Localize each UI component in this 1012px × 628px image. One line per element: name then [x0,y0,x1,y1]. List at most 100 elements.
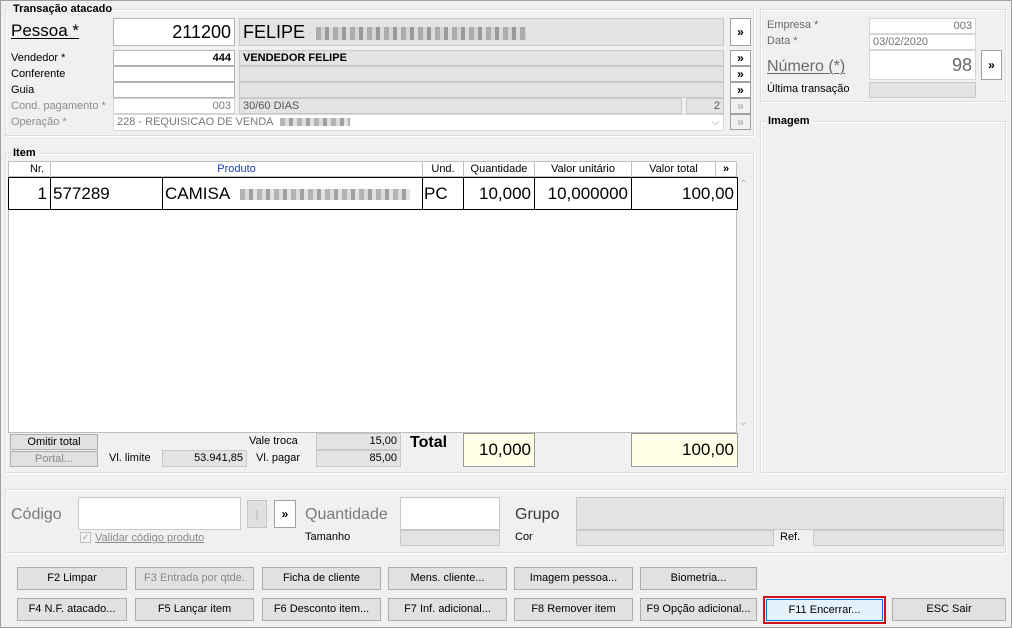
imagem-group-title: Imagem [766,115,812,128]
f11-encerrar-button[interactable]: F11 Encerrar... [766,599,883,621]
vl-pagar-field: 85,00 [316,450,401,467]
redacted-surname [316,26,527,40]
quantidade-input[interactable] [400,497,500,530]
data-label: Data * [767,35,798,47]
pessoa-code-input[interactable]: 211200 [113,18,235,46]
vl-limite-label: Vl. limite [109,452,151,464]
cond-pagamento-label: Cond. pagamento * [11,100,106,112]
col-header-valor-unitario[interactable]: Valor unitário [534,161,632,177]
item-group-title: Item [11,147,38,160]
row1-nr[interactable]: 1 [8,177,51,210]
quantidade-label: Quantidade [305,506,388,523]
col-header-und[interactable]: Und. [422,161,464,177]
pessoa-name-text: FELIPE [243,22,306,42]
validar-checkbox[interactable]: ✓ [80,532,91,543]
col-header-produto[interactable]: Produto [50,161,423,177]
vendedor-name-field: VENDEDOR FELIPE [239,50,724,66]
total-qty-field: 10,000 [463,433,535,467]
operacao-label: Operação * [11,116,67,128]
chevron-down-icon: ⌵ [711,117,719,128]
f3-entrada-button[interactable]: F3 Entrada por qtde. [135,567,254,590]
codigo-pipe-button[interactable]: | [247,500,267,528]
guia-more-button[interactable]: » [730,82,751,98]
tamanho-field [400,530,500,546]
empresa-field: 003 [869,18,976,34]
vl-pagar-label: Vl. pagar [256,452,301,464]
pessoa-name-field: FELIPE [239,18,724,46]
row1-total[interactable]: 100,00 [631,177,738,210]
operacao-value: 228 - REQUISICAO DE VENDA [117,116,273,128]
cond-pagamento-more-button[interactable]: » [730,98,751,114]
f7-inf-adicional-button[interactable]: F7 Inf. adicional... [388,598,507,621]
operacao-select[interactable]: 228 - REQUISICAO DE VENDA ⌵ [113,114,724,131]
vale-troca-field: 15,00 [316,433,401,450]
operacao-more-button[interactable]: » [730,114,751,130]
conferente-name-field [239,66,724,82]
guia-code-input[interactable] [113,82,235,98]
biometria-button[interactable]: Biometria... [640,567,757,590]
ficha-cliente-button[interactable]: Ficha de cliente [262,567,381,590]
numero-label: Número (*) [767,58,846,75]
redacted-product [239,189,410,201]
tamanho-label: Tamanho [305,531,351,543]
ref-label: Ref. [780,531,801,543]
grupo-label: Grupo [515,506,560,523]
codigo-input[interactable] [78,497,241,530]
col-header-quantidade[interactable]: Quantidade [463,161,535,177]
vendedor-more-button[interactable]: » [730,50,751,66]
total-value-field: 100,00 [631,433,738,467]
grupo-field [576,497,1004,530]
ultima-transacao-label: Última transação [767,83,850,95]
guia-label: Guia [11,84,35,96]
codigo-label: Código [11,506,62,523]
redacted-operacao [279,118,350,127]
vale-troca-label: Vale troca [249,435,298,447]
mens-cliente-button[interactable]: Mens. cliente... [388,567,507,590]
cond-pagamento-count: 2 [686,98,724,114]
row1-code[interactable]: 577289 [50,177,163,210]
col-header-valor-total[interactable]: Valor total [631,161,716,177]
esc-sair-button[interactable]: ESC Sair [892,598,1006,621]
total-label: Total [410,434,448,451]
validar-label: Validar código produto [95,532,205,544]
ultima-transacao-field [869,82,976,98]
cor-field [576,530,774,546]
guia-name-field [239,82,724,98]
imagem-pessoa-button[interactable]: Imagem pessoa... [514,567,633,590]
row1-und[interactable]: PC [422,177,464,210]
cond-pagamento-code: 003 [113,98,235,114]
omitir-total-button[interactable]: Omitir total [10,434,98,450]
f4-nf-atacado-button[interactable]: F4 N.F. atacado... [17,598,127,621]
numero-more-button[interactable]: » [981,50,1002,80]
ref-field [813,530,1004,546]
pessoa-more-button[interactable]: » [730,18,751,46]
numero-field: 98 [869,50,976,80]
codigo-more-button[interactable]: » [274,500,296,528]
scroll-up-icon[interactable]: ⌃ [737,179,750,190]
data-field: 03/02/2020 [869,34,976,50]
columns-more-button[interactable]: » [715,161,737,177]
f6-desconto-item-button[interactable]: F6 Desconto item... [262,598,381,621]
scroll-down-icon[interactable]: ⌄ [737,417,750,428]
empresa-label: Empresa * [767,19,819,31]
row1-product[interactable]: CAMISA [162,177,423,210]
vendedor-label: Vendedor * [11,52,66,64]
f2-limpar-button[interactable]: F2 Limpar [17,567,127,590]
transacao-group-title: Transação atacado [11,3,115,16]
cond-pagamento-name: 30/60 DIAS [239,98,682,114]
portal-button[interactable]: Portal... [10,451,98,467]
col-header-nr[interactable]: Nr. [8,161,51,177]
grid-scrollbar[interactable]: ⌃ ⌄ [737,177,750,433]
f8-remover-item-button[interactable]: F8 Remover item [514,598,633,621]
f5-lancar-item-button[interactable]: F5 Lançar item [135,598,254,621]
conferente-code-input[interactable] [113,66,235,82]
conferente-label: Conferente [11,68,66,80]
pessoa-label: Pessoa * [11,21,80,40]
row1-unit-price[interactable]: 10,000000 [534,177,632,210]
conferente-more-button[interactable]: » [730,66,751,82]
f9-opcao-adicional-button[interactable]: F9 Opção adicional... [640,598,757,621]
row1-product-name: CAMISA [165,184,230,203]
row1-qty[interactable]: 10,000 [463,177,535,210]
vendedor-code-input[interactable]: 444 [113,50,235,66]
imagem-group: Imagem [760,115,1006,473]
